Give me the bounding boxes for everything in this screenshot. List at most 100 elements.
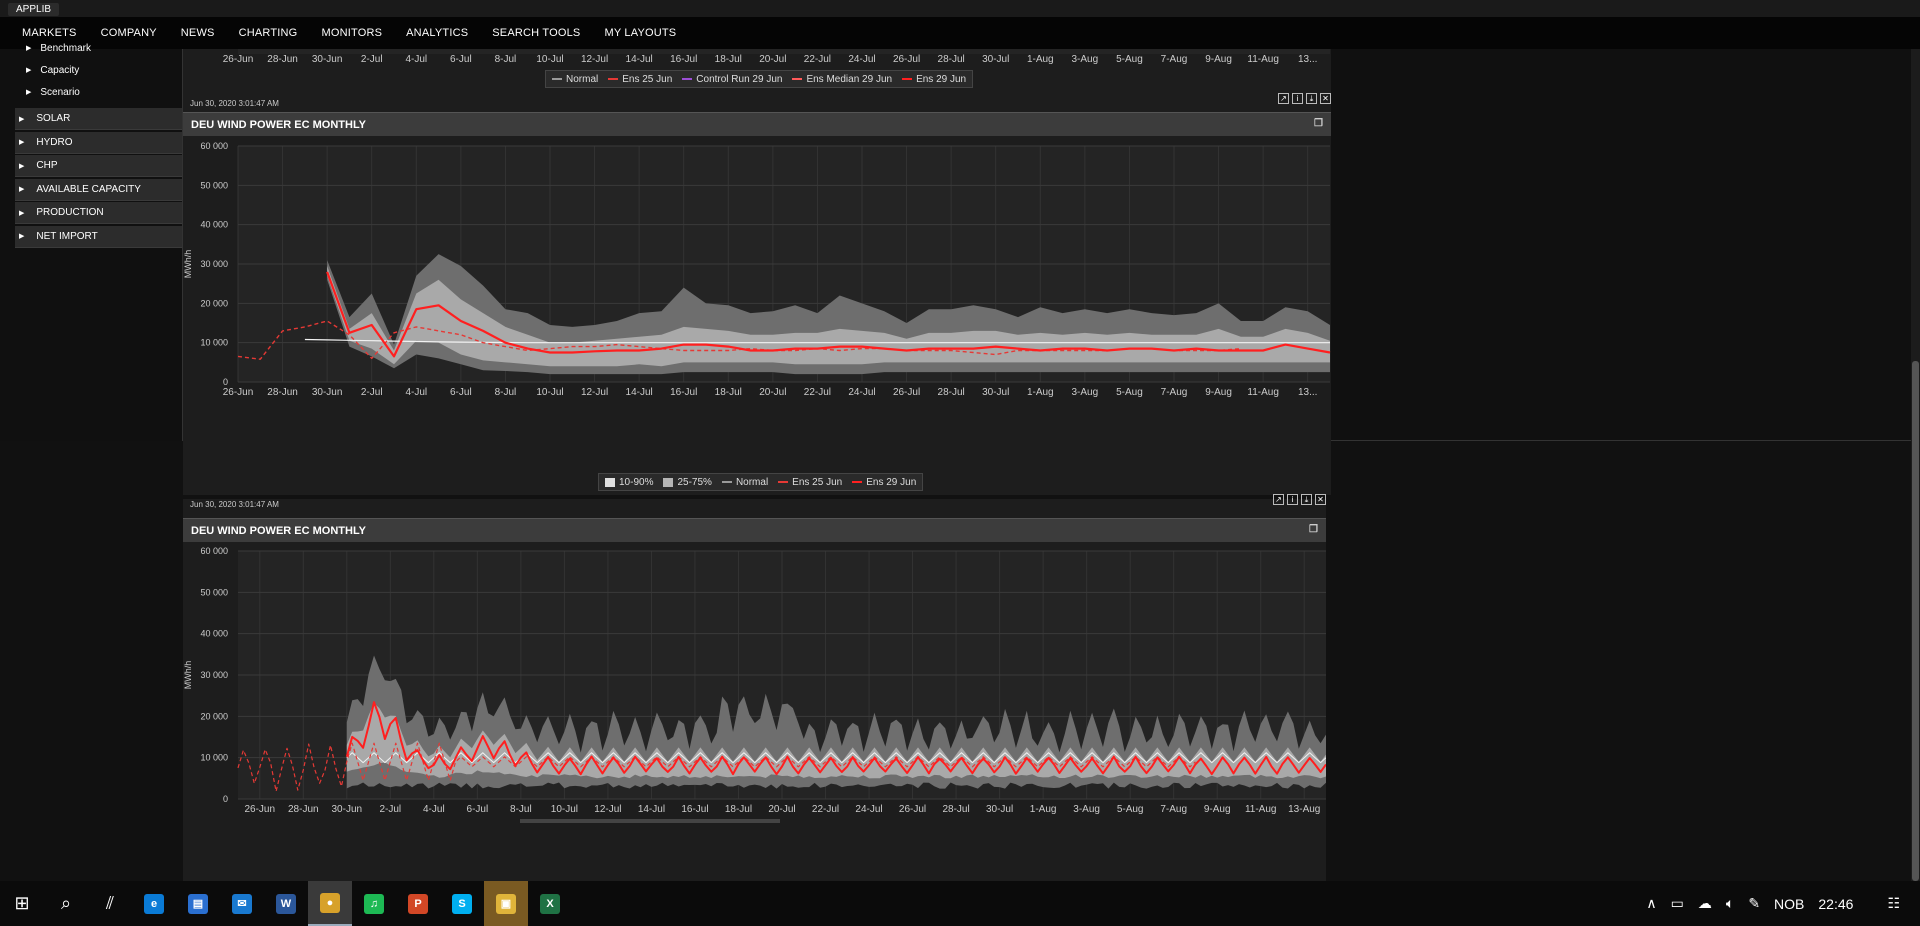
blank-panel — [1331, 49, 1911, 441]
sidebar-sub-item-capacity[interactable]: ▶ Capacity — [0, 59, 79, 81]
legend-item-ens-median-29-jun[interactable]: Ens Median 29 Jun — [792, 74, 892, 85]
share-icon[interactable]: ↗ — [1278, 93, 1289, 104]
nav-monitors[interactable]: MONITORS — [321, 27, 382, 39]
caret-right-icon: ▶ — [26, 67, 32, 74]
info-icon[interactable]: i — [1292, 93, 1303, 104]
powerpoint-icon[interactable]: P — [396, 881, 440, 926]
x-tick-label: 18-Jul — [715, 54, 742, 65]
x-tick-label: 12-Jul — [594, 804, 621, 815]
info-icon[interactable]: i — [1287, 494, 1298, 505]
x-tick-label: 1-Aug — [1027, 387, 1054, 398]
chart-2-title: DEU WIND POWER EC MONTHLY — [191, 118, 366, 131]
page-scrollbar[interactable] — [1911, 49, 1920, 881]
search-icon[interactable]: ⌕ — [44, 881, 88, 926]
nav-analytics[interactable]: ANALYTICS — [406, 27, 468, 39]
sidebar-item-label: NET IMPORT — [36, 230, 98, 242]
scroll-thumb[interactable] — [1912, 361, 1919, 881]
nav-news[interactable]: NEWS — [181, 27, 215, 39]
share-icon[interactable]: ↗ — [1273, 494, 1284, 505]
sidebar-item-available-capacity[interactable]: ▶ AVAILABLE CAPACITY — [15, 178, 182, 201]
clock[interactable]: 22:46 — [1818, 896, 1853, 912]
x-tick-label: 2-Jul — [361, 387, 383, 398]
sidebar-sub-item-scenario[interactable]: ▶ Scenario — [0, 81, 80, 103]
nav-search-tools[interactable]: SEARCH TOOLS — [492, 27, 580, 39]
x-tick-label: 8-Jul — [495, 387, 517, 398]
system-tray: ∧ ▭ ☁ 🔈︎ ✎ NOB 22:46 ☷ — [1646, 881, 1920, 926]
sidebar-item-hydro[interactable]: ▶ HYDRO — [15, 131, 182, 154]
x-tick-label: 12-Jul — [581, 54, 608, 65]
app-title-bar: APPLIB — [0, 0, 1920, 17]
x-tick-label: 28-Jul — [942, 804, 969, 815]
sidebar-item-net-import[interactable]: ▶ NET IMPORT — [15, 225, 182, 248]
chart-1-legend: Normal Ens 25 Jun Control Run 29 Jun Ens Me… — [545, 70, 974, 88]
y-tick-label: 50 000 — [200, 180, 228, 190]
x-tick-label: 10-Jul — [536, 54, 563, 65]
x-tick-label: 20-Jul — [759, 387, 786, 398]
chrome-icon[interactable]: ● — [308, 881, 352, 926]
x-tick-label: 26-Jul — [899, 804, 926, 815]
close-icon[interactable]: ✕ — [1315, 494, 1326, 505]
task-view-icon[interactable]: ⫽ — [88, 881, 132, 926]
volume-icon[interactable]: 🔈︎ — [1726, 895, 1734, 912]
x-tick-label: 2-Jul — [361, 54, 383, 65]
download-icon[interactable]: ⤓ — [1301, 494, 1312, 505]
restore-icon[interactable]: ❐ — [1314, 118, 1323, 129]
sidebar-item-production[interactable]: ▶ PRODUCTION — [15, 202, 182, 224]
sidebar-item-chp[interactable]: ▶ CHP — [15, 155, 182, 177]
language-indicator[interactable]: NOB — [1774, 896, 1804, 912]
chart-3-title-bar: DEU WIND POWER EC MONTHLY ❐ — [183, 518, 1326, 542]
y-tick-label: 10 000 — [200, 338, 228, 348]
legend-item-ens-25-jun[interactable]: Ens 25 Jun — [608, 74, 672, 85]
legend-item-ens-29-jun[interactable]: Ens 29 Jun — [902, 74, 966, 85]
x-tick-label: 11-Aug — [1247, 54, 1279, 65]
x-tick-label: 4-Jul — [405, 54, 427, 65]
x-tick-label: 30-Jun — [312, 387, 343, 398]
x-tick-label: 28-Jul — [938, 54, 965, 65]
network-icon[interactable]: ☁ — [1698, 895, 1712, 912]
notifications-icon[interactable]: ☷ — [1887, 895, 1900, 912]
chevron-up-icon[interactable]: ∧ — [1646, 895, 1656, 912]
skype-icon[interactable]: S — [440, 881, 484, 926]
legend-item-25-75[interactable]: 25-75% — [663, 477, 712, 488]
pen-icon[interactable]: ✎ — [1748, 895, 1760, 912]
mail-icon[interactable]: ✉ — [220, 881, 264, 926]
legend-swatch — [852, 481, 863, 483]
excel-icon[interactable]: X — [528, 881, 572, 926]
chrome-icon-glyph: ● — [320, 892, 340, 913]
legend-item-ens-25-jun[interactable]: Ens 25 Jun — [778, 477, 842, 488]
nav-my-layouts[interactable]: MY LAYOUTS — [604, 27, 676, 39]
x-tick-label: 24-Jul — [848, 387, 875, 398]
store-icon[interactable]: ▤ — [176, 881, 220, 926]
nav-company[interactable]: COMPANY — [101, 27, 157, 39]
nav-charting[interactable]: CHARTING — [239, 27, 298, 39]
battery-icon[interactable]: ▭ — [1671, 895, 1684, 912]
x-tick-label: 10-Jul — [551, 804, 578, 815]
app-title: APPLIB — [8, 3, 60, 16]
legend-item-normal[interactable]: Normal — [721, 477, 768, 488]
sidebar-item-solar[interactable]: ▶ SOLAR — [15, 108, 182, 130]
y-tick-label: 30 000 — [200, 259, 228, 269]
start-icon[interactable]: ⊞ — [0, 881, 44, 926]
chart-3-scroller[interactable] — [520, 819, 780, 823]
x-tick-label: 2-Jul — [379, 804, 401, 815]
store-icon-glyph: ▤ — [188, 893, 208, 914]
close-icon[interactable]: ✕ — [1320, 93, 1331, 104]
x-tick-label: 16-Jul — [670, 54, 697, 65]
legend-item-10-90[interactable]: 10-90% — [605, 477, 653, 488]
legend-item-ens-29-jun[interactable]: Ens 29 Jun — [852, 477, 916, 488]
x-tick-label: 24-Jul — [848, 54, 875, 65]
x-tick-label: 7-Aug — [1160, 804, 1187, 815]
y-tick-label: 60 000 — [200, 546, 228, 556]
file-explorer-icon[interactable]: ▣ — [484, 881, 528, 926]
excel-icon-glyph: X — [540, 893, 560, 914]
legend-item-normal[interactable]: Normal — [552, 74, 598, 85]
edge-icon[interactable]: e — [132, 881, 176, 926]
legend-swatch — [608, 78, 619, 80]
y-tick-label: 0 — [223, 794, 228, 804]
word-icon[interactable]: W — [264, 881, 308, 926]
download-icon[interactable]: ⤓ — [1306, 93, 1317, 104]
legend-item-control-run-29-jun[interactable]: Control Run 29 Jun — [682, 74, 782, 85]
spotify-icon[interactable]: ♫ — [352, 881, 396, 926]
sidebar-sub-item-benchmark[interactable]: ▶ Benchmark — [0, 37, 91, 59]
restore-icon[interactable]: ❐ — [1309, 524, 1318, 535]
